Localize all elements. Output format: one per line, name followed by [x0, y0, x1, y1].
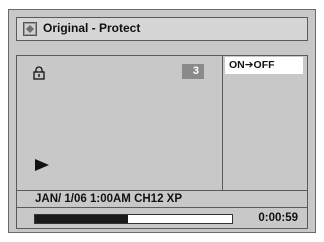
progress-fill [35, 215, 128, 223]
protect-screen: Original - Protect 3 ON➔OFF JAN/ 1/06 1:… [8, 9, 316, 233]
main-panel: 3 ON➔OFF [16, 55, 308, 191]
elapsed-time: 0:00:59 [258, 212, 298, 224]
screen-title: Original - Protect [43, 21, 141, 35]
protect-menu: ON➔OFF [224, 56, 307, 190]
recording-info: JAN/ 1/06 1:00AM CH12 XP [16, 191, 308, 207]
title-number-badge: 3 [182, 64, 204, 79]
disc-original-icon [23, 22, 37, 36]
menu-item-on-off[interactable]: ON➔OFF [225, 57, 303, 74]
play-icon [35, 159, 49, 171]
playback-bar: 0:00:59 [16, 207, 308, 229]
progress-bar [34, 214, 233, 224]
title-preview: 3 [17, 56, 223, 190]
protect-lock-icon [33, 66, 45, 80]
title-bar: Original - Protect [16, 17, 308, 41]
